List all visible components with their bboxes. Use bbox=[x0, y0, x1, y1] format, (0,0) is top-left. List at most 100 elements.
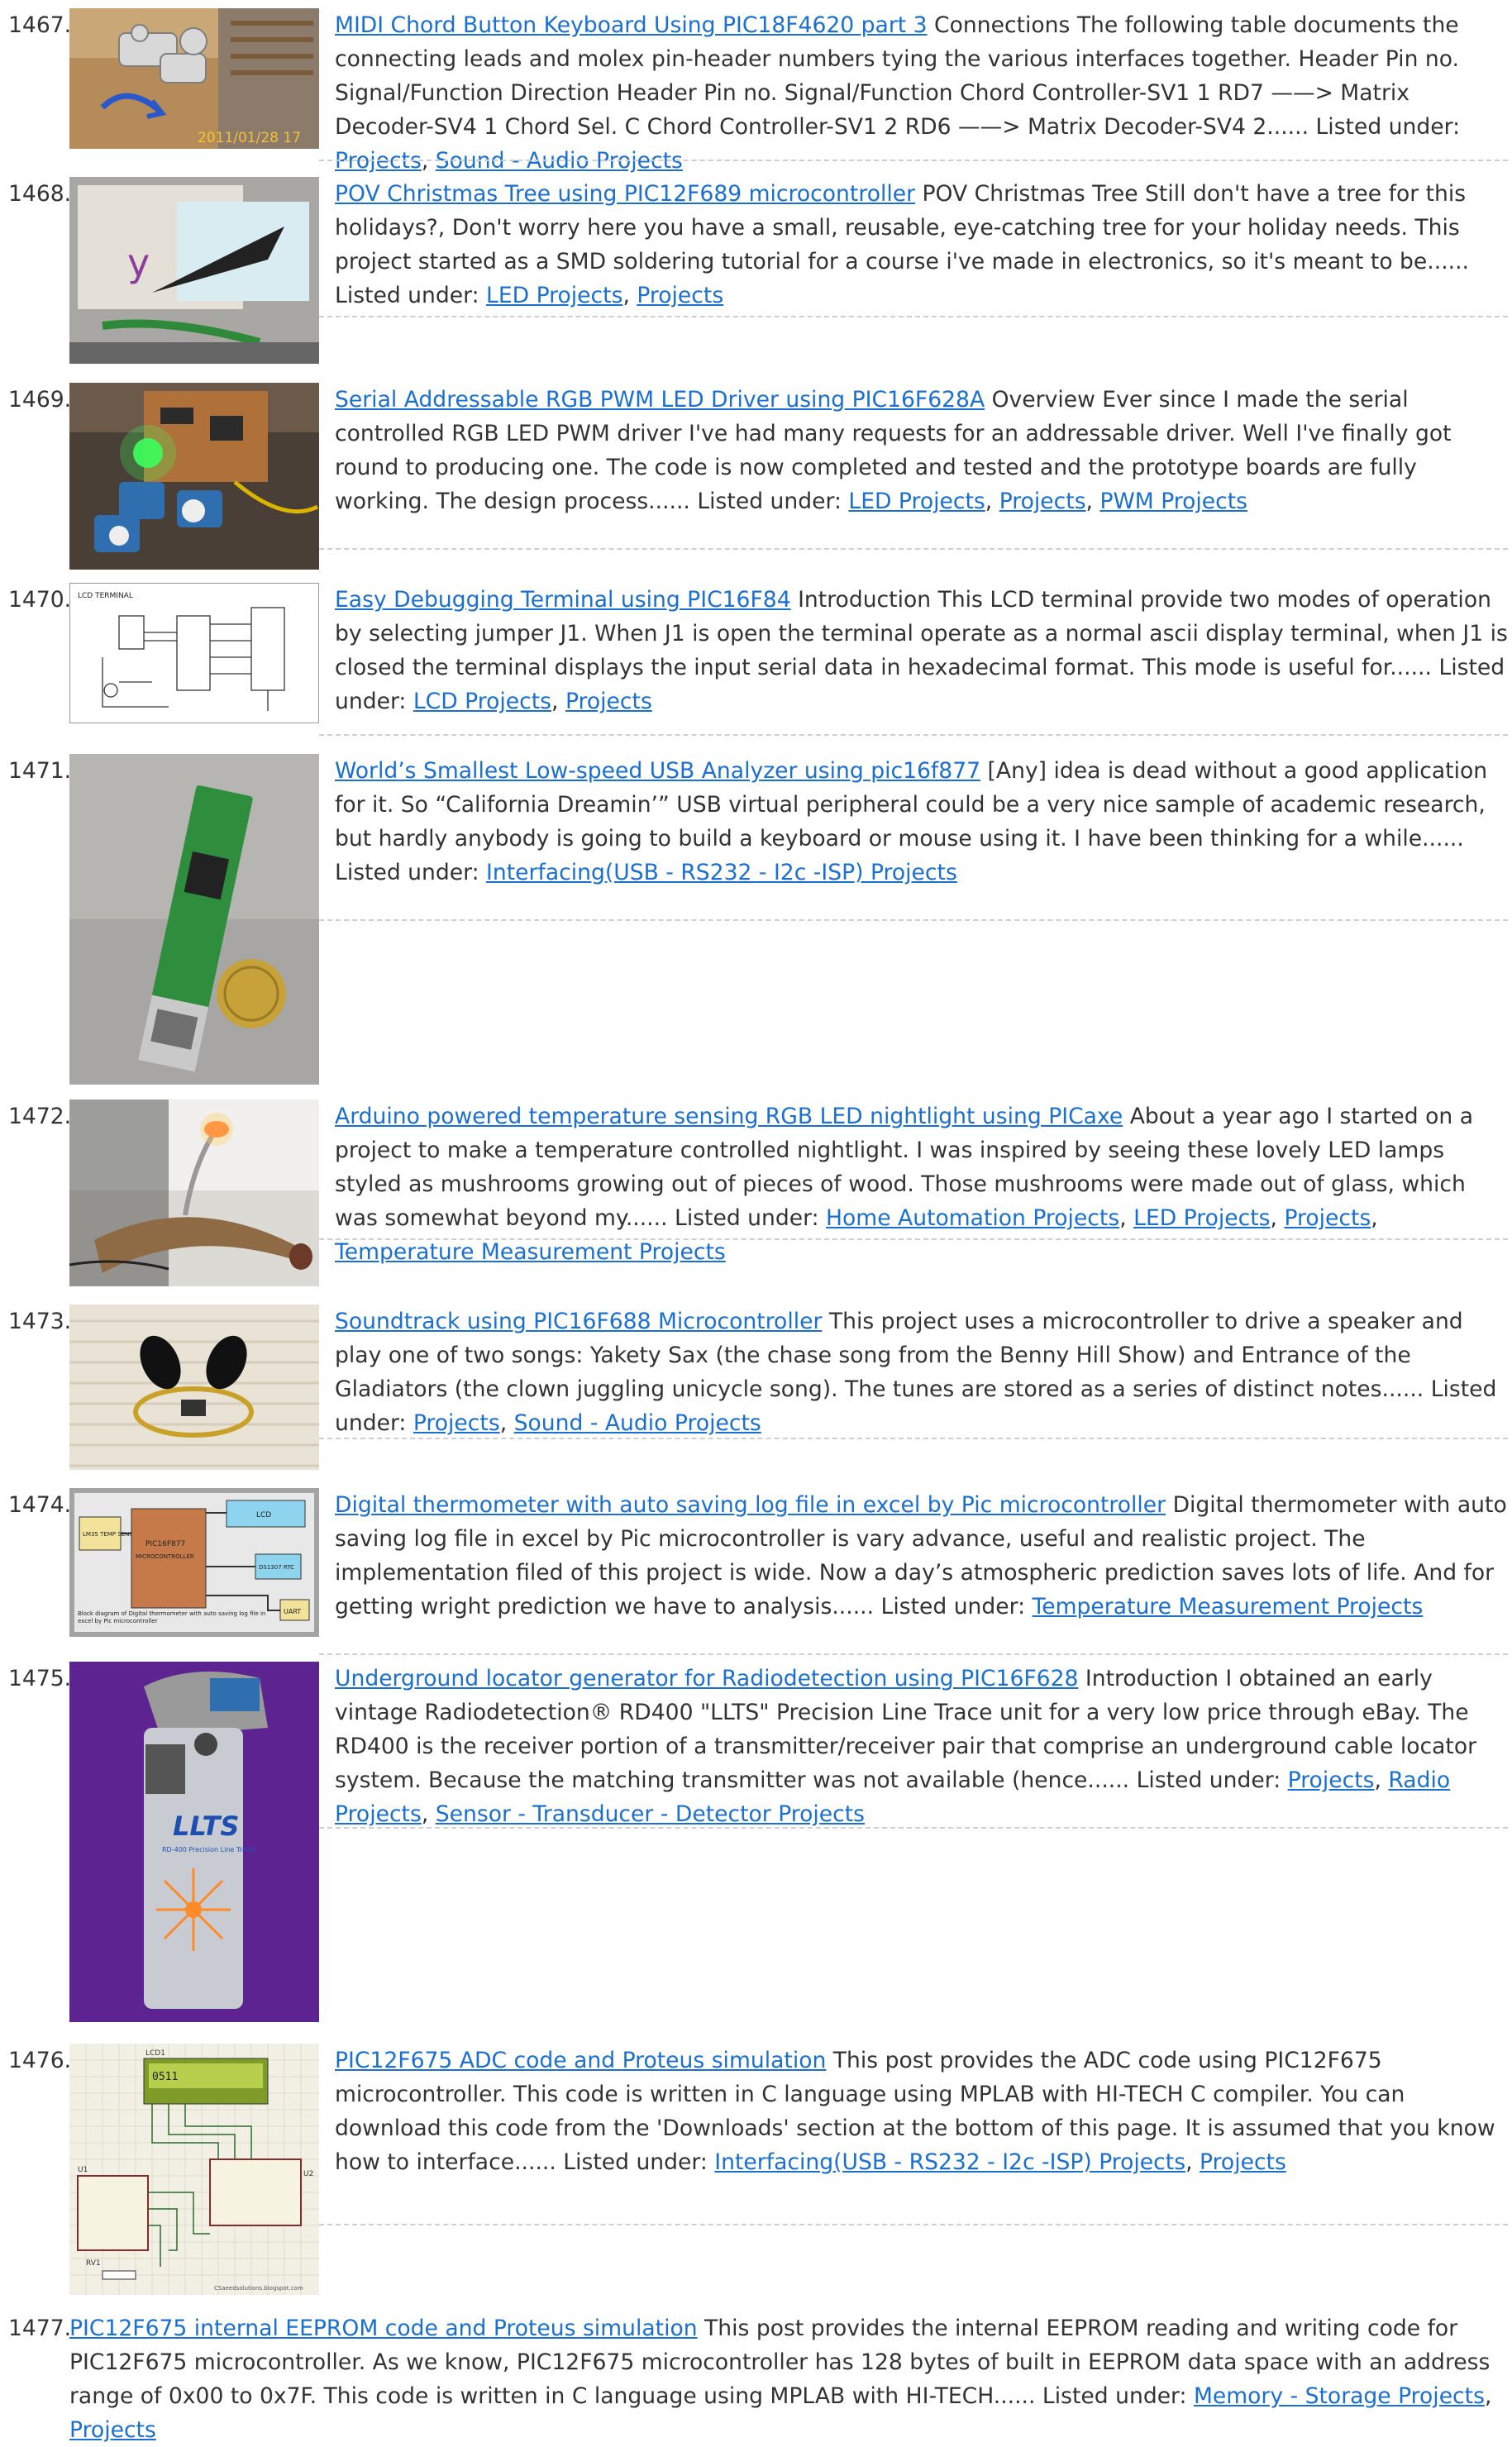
item-text: Arduino powered temperature sensing RGB … bbox=[335, 1104, 1474, 1265]
svg-text:y: y bbox=[127, 241, 150, 285]
category-link[interactable]: LCD Projects bbox=[413, 689, 551, 714]
item-number: 1472. bbox=[8, 1104, 72, 1129]
thumbnail-image[interactable] bbox=[69, 383, 319, 570]
item-number: 1474. bbox=[8, 1492, 72, 1518]
item-title-link[interactable]: PIC12F675 internal EEPROM code and Prote… bbox=[69, 2316, 698, 2341]
thumbnail-image[interactable]: LCD TERMINAL bbox=[69, 583, 319, 723]
post-list: 1467. 2011/01/28 17 MIDI Chord Button Ke… bbox=[0, 0, 1512, 2443]
item-text: Soundtrack using PIC16F688 Microcontroll… bbox=[335, 1309, 1497, 1436]
item-title-link[interactable]: Digital thermometer with auto saving log… bbox=[335, 1492, 1166, 1518]
u2-label: U2 bbox=[303, 2170, 313, 2178]
category-link[interactable]: LED Projects bbox=[486, 283, 622, 308]
lcd-label: LCD bbox=[256, 1511, 271, 1519]
item-number: 1469. bbox=[8, 387, 72, 413]
item-title-link[interactable]: World’s Smallest Low-speed USB Analyzer … bbox=[335, 758, 980, 784]
separator bbox=[319, 1438, 1508, 1439]
mcu-sub-label: MICROCONTROLLER bbox=[136, 1553, 194, 1560]
category-link[interactable]: Memory - Storage Projects bbox=[1194, 2383, 1485, 2409]
listed-under-label: Listed under: bbox=[1136, 1767, 1281, 1793]
lcd-ref-label: LCD1 bbox=[145, 2049, 165, 2058]
item-title-link[interactable]: Serial Addressable RGB PWM LED Driver us… bbox=[335, 387, 985, 413]
category-link[interactable]: Interfacing(USB - RS232 - I2c -ISP) Proj… bbox=[486, 860, 957, 885]
item-title-link[interactable]: Underground locator generator for Radiod… bbox=[335, 1666, 1078, 1691]
category-link[interactable]: Temperature Measurement Projects bbox=[335, 1239, 726, 1265]
item-text: Serial Addressable RGB PWM LED Driver us… bbox=[335, 387, 1452, 514]
category-link[interactable]: Projects bbox=[565, 689, 652, 714]
item-title-link[interactable]: Arduino powered temperature sensing RGB … bbox=[335, 1104, 1123, 1129]
item-title-link[interactable]: PIC12F675 ADC code and Proteus simulatio… bbox=[335, 2048, 826, 2073]
thumbnail-image[interactable]: 2011/01/28 17 bbox=[69, 8, 319, 149]
thumbnail-image[interactable] bbox=[69, 1305, 319, 1470]
separator bbox=[319, 548, 1508, 550]
item-number: 1476. bbox=[8, 2048, 72, 2073]
rtc-label: DS1307 RTC bbox=[259, 1564, 294, 1571]
category-link[interactable]: Sensor - Transducer - Detector Projects bbox=[436, 1801, 865, 1827]
item-number: 1467. bbox=[8, 12, 72, 38]
listed-under-label: Listed under: bbox=[697, 489, 842, 514]
lcd-display-value: 0511 bbox=[152, 2071, 178, 2083]
rv1-label: RV1 bbox=[86, 2259, 101, 2268]
category-link[interactable]: Projects bbox=[999, 489, 1086, 514]
separator bbox=[319, 1827, 1508, 1829]
uart-label: UART bbox=[284, 1608, 301, 1615]
listed-under-label: Listed under: bbox=[675, 1205, 819, 1231]
separator bbox=[319, 734, 1508, 736]
block-diagram-caption: Block diagram of Digital thermometer wit… bbox=[78, 1610, 266, 1624]
thumbnail-image[interactable]: y bbox=[69, 177, 319, 364]
item-title-link[interactable]: Soundtrack using PIC16F688 Microcontroll… bbox=[335, 1309, 822, 1334]
category-link[interactable]: Projects bbox=[1284, 1205, 1371, 1231]
item-text: POV Christmas Tree using PIC12F689 micro… bbox=[335, 181, 1470, 308]
item-number: 1473. bbox=[8, 1309, 72, 1334]
item-number: 1477. bbox=[8, 2316, 72, 2341]
separator bbox=[319, 919, 1508, 921]
thumbnail-image[interactable]: LM35 TEMP SENSOR PIC16F877 MICROCONTROLL… bbox=[69, 1488, 319, 1637]
timestamp-overlay: 2011/01/28 17 bbox=[198, 130, 301, 146]
separator bbox=[319, 2224, 1508, 2225]
item-title-link[interactable]: MIDI Chord Button Keyboard Using PIC18F4… bbox=[335, 12, 928, 38]
item-text: PIC12F675 ADC code and Proteus simulatio… bbox=[335, 2048, 1495, 2175]
listed-under-label: Listed under: bbox=[563, 2149, 708, 2175]
thumbnail-image[interactable] bbox=[69, 1099, 319, 1286]
item-text: Underground locator generator for Radiod… bbox=[335, 1666, 1477, 1827]
category-link[interactable]: Projects bbox=[1288, 1767, 1375, 1793]
item-number: 1468. bbox=[8, 181, 72, 207]
category-link[interactable]: PWM Projects bbox=[1099, 489, 1247, 514]
category-link[interactable]: LED Projects bbox=[848, 489, 985, 514]
item-number: 1475. bbox=[8, 1666, 72, 1691]
listed-under-label: Listed under: bbox=[335, 283, 479, 308]
separator bbox=[319, 316, 1508, 317]
category-link[interactable]: Projects bbox=[1200, 2149, 1286, 2175]
separator bbox=[319, 1238, 1508, 1240]
listed-under-label: Listed under: bbox=[335, 860, 479, 885]
category-link[interactable]: LED Projects bbox=[1133, 1205, 1270, 1231]
item-number: 1470. bbox=[8, 587, 72, 613]
thumbnail-image[interactable] bbox=[69, 754, 319, 1085]
thumbnail-image[interactable]: LCD1 0511 U1 U2 RV1 CSaeedsolutions.blog… bbox=[69, 2044, 319, 2295]
item-title-link[interactable]: Easy Debugging Terminal using PIC16F84 bbox=[335, 587, 791, 613]
item-text: MIDI Chord Button Keyboard Using PIC18F4… bbox=[335, 12, 1461, 174]
category-link[interactable]: Home Automation Projects bbox=[826, 1205, 1119, 1231]
category-link[interactable]: Sound - Audio Projects bbox=[514, 1410, 761, 1436]
listed-under-label: Listed under: bbox=[880, 1594, 1026, 1619]
listed-under-label: Listed under: bbox=[1315, 114, 1461, 140]
item-text: Digital thermometer with auto saving log… bbox=[335, 1488, 1509, 1624]
separator bbox=[319, 160, 1508, 161]
item-number: 1471. bbox=[8, 758, 72, 784]
item-text: PIC12F675 internal EEPROM code and Prote… bbox=[69, 2316, 1492, 2443]
device-label: LLTS bbox=[173, 1810, 239, 1842]
mcu-label: PIC16F877 bbox=[145, 1540, 185, 1548]
credit-text: CSaeedsolutions.blogspot.com bbox=[214, 2285, 303, 2292]
item-text: Easy Debugging Terminal using PIC16F84 I… bbox=[335, 587, 1508, 714]
category-link[interactable]: Projects bbox=[413, 1410, 500, 1436]
schematic-caption: LCD TERMINAL bbox=[78, 592, 133, 600]
listed-under-label: Listed under: bbox=[1042, 2383, 1187, 2409]
category-link[interactable]: Projects bbox=[637, 283, 723, 308]
category-link[interactable]: Projects bbox=[69, 2417, 156, 2443]
category-link[interactable]: Interfacing(USB - RS232 - I2c -ISP) Proj… bbox=[714, 2149, 1185, 2175]
item-title-link[interactable]: POV Christmas Tree using PIC12F689 micro… bbox=[335, 181, 915, 207]
u1-label: U1 bbox=[78, 2166, 88, 2174]
separator bbox=[319, 1653, 1508, 1655]
item-text: World’s Smallest Low-speed USB Analyzer … bbox=[335, 754, 1509, 890]
thumbnail-image[interactable]: LLTS RD-400 Precision Line Tracer bbox=[69, 1662, 319, 2022]
category-link[interactable]: Temperature Measurement Projects bbox=[1033, 1594, 1424, 1619]
